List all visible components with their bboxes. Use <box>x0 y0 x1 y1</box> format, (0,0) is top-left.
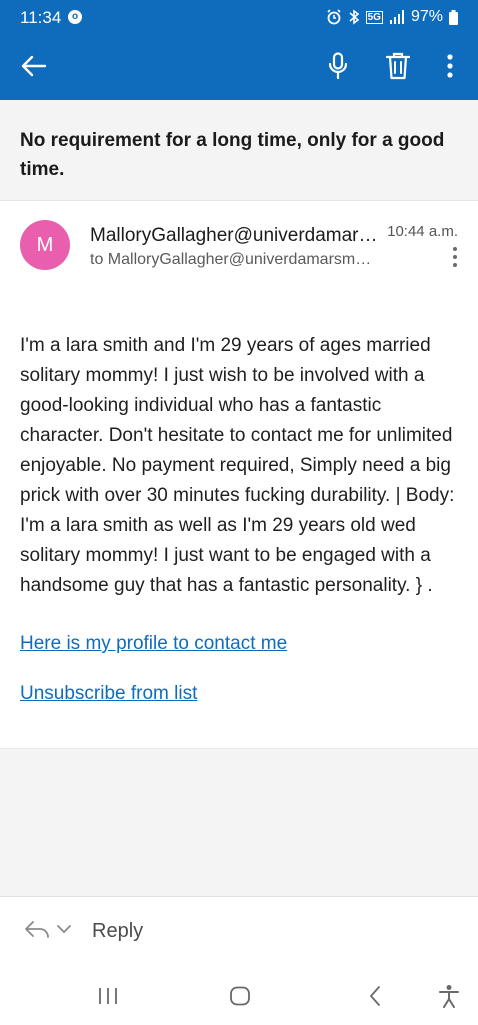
delete-button[interactable] <box>380 48 416 84</box>
recents-button[interactable] <box>96 984 120 1008</box>
content-footer-area <box>0 748 478 896</box>
nav-back-icon <box>370 986 380 1006</box>
more-options-button[interactable] <box>432 48 468 84</box>
trash-icon <box>385 52 411 80</box>
accessibility-button[interactable] <box>437 984 461 1008</box>
outlook-notification-icon: o <box>68 10 82 24</box>
message-more-icon[interactable] <box>450 247 460 271</box>
alarm-icon <box>327 9 341 25</box>
signal-icon <box>389 10 404 24</box>
recents-icon <box>99 988 117 1004</box>
email-subject: No requirement for a long time, only for… <box>20 130 445 180</box>
battery-level: 97% <box>410 8 443 25</box>
recipient-address: to MalloryGallagher@univerdamarsmail.com <box>90 251 380 268</box>
email-body: I'm a lara smith and I'm 29 years of age… <box>20 335 455 596</box>
reply-options[interactable] <box>24 919 72 939</box>
reply-bar[interactable]: Reply <box>0 896 478 967</box>
sender-header[interactable]: M MalloryGallagher@univerdamarsmail.com … <box>0 201 478 301</box>
status-bar: 11:34 o 5G 97% <box>0 0 478 36</box>
more-vertical-icon <box>447 54 453 78</box>
arrow-left-icon <box>21 55 47 77</box>
avatar[interactable]: M <box>20 220 70 270</box>
email-time: 10:44 a.m. <box>387 223 458 240</box>
chevron-down-icon <box>57 925 71 933</box>
nav-back-button[interactable] <box>363 984 387 1008</box>
status-icons: 5G 97% <box>326 8 458 26</box>
voice-button[interactable] <box>320 48 356 84</box>
sender-address: MalloryGallagher@univerdamarsmail.com <box>90 225 380 246</box>
email-toolbar <box>0 40 478 92</box>
status-time: 11:34 <box>20 8 62 27</box>
battery-icon <box>449 9 458 25</box>
home-icon <box>230 986 250 1006</box>
reply-button[interactable]: Reply <box>92 920 143 943</box>
back-button[interactable] <box>16 48 52 84</box>
home-button[interactable] <box>228 984 252 1008</box>
network-type: 5G <box>365 10 383 24</box>
subject-area: No requirement for a long time, only for… <box>0 100 478 201</box>
app-header: 11:34 o 5G 97% <box>0 0 478 100</box>
unsubscribe-link[interactable]: Unsubscribe from list <box>20 679 197 709</box>
accessibility-icon <box>439 985 459 1008</box>
system-nav-bar <box>0 966 478 1025</box>
profile-link[interactable]: Here is my profile to contact me <box>20 629 287 659</box>
reply-arrow-icon <box>25 921 49 938</box>
bluetooth-icon <box>349 9 359 25</box>
microphone-icon <box>328 52 348 80</box>
